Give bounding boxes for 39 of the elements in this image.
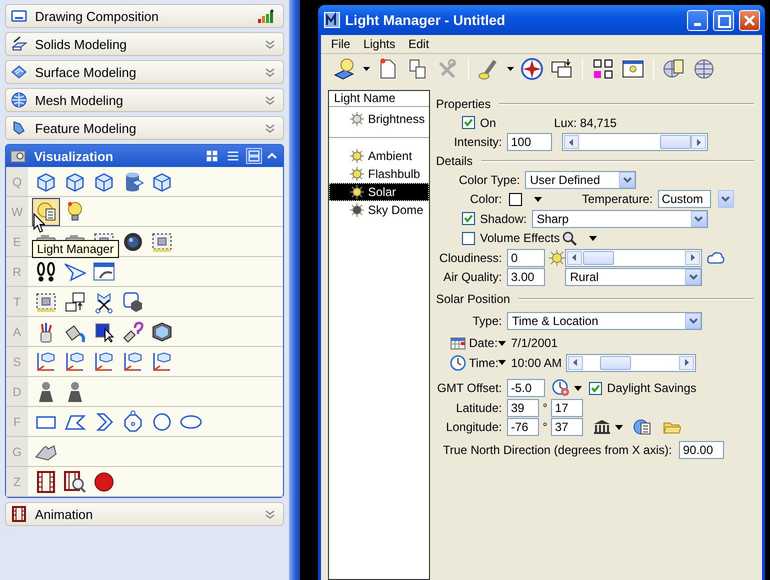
shortcut-key: Z bbox=[6, 467, 28, 496]
shortcut-key: W bbox=[6, 197, 28, 226]
time-value: 10:00 AM bbox=[511, 356, 562, 370]
shortcut-key: A bbox=[6, 317, 28, 346]
checkbox-label: Shadow: bbox=[480, 212, 527, 226]
shortcut-key: Q bbox=[6, 167, 28, 196]
field-label: Latitude: bbox=[454, 400, 502, 415]
field-label: Color Type: bbox=[458, 172, 520, 187]
shortcut-key: T bbox=[6, 287, 28, 316]
shortcut-key: E bbox=[6, 227, 28, 256]
field-label: Time: bbox=[468, 356, 498, 370]
field-label: GMT Offset: bbox=[436, 381, 502, 396]
checkbox-label: On bbox=[480, 116, 496, 130]
field-label: True North Direction (degrees from X axis): bbox=[443, 442, 672, 457]
tooltip: Light Manager bbox=[32, 240, 119, 258]
field-label: Type: bbox=[472, 314, 502, 328]
group-title: Properties bbox=[436, 97, 491, 111]
window-title: Light Manager - Untitled bbox=[345, 12, 506, 28]
group-title: Solar Position bbox=[436, 292, 510, 306]
field-label: Longitude: bbox=[444, 420, 502, 434]
lux-reading: Lux: 84,715 bbox=[554, 116, 617, 130]
degree-sign: ° bbox=[542, 420, 548, 434]
degree-sign: ° bbox=[542, 400, 548, 415]
field-label: Air Quality: bbox=[442, 270, 502, 284]
field-label: Cloudiness: bbox=[438, 250, 502, 265]
shortcut-key: R bbox=[6, 257, 28, 286]
shortcut-key: D bbox=[6, 377, 28, 406]
checkbox-label: Daylight Savings bbox=[607, 381, 696, 396]
shortcut-key: F bbox=[6, 407, 28, 436]
shortcut-key: S bbox=[6, 347, 28, 376]
shortcut-key: G bbox=[6, 437, 28, 466]
field-label: Intensity: bbox=[452, 135, 502, 150]
checkbox-label: Volume Effects bbox=[480, 231, 561, 246]
field-label: Temperature: bbox=[582, 192, 653, 206]
field-label: Color: bbox=[468, 192, 502, 206]
date-value: 7/1/2001 bbox=[511, 336, 558, 350]
column-header: Light Name bbox=[329, 91, 429, 107]
field-label: Date: bbox=[468, 336, 498, 350]
group-title: Details bbox=[436, 154, 473, 168]
